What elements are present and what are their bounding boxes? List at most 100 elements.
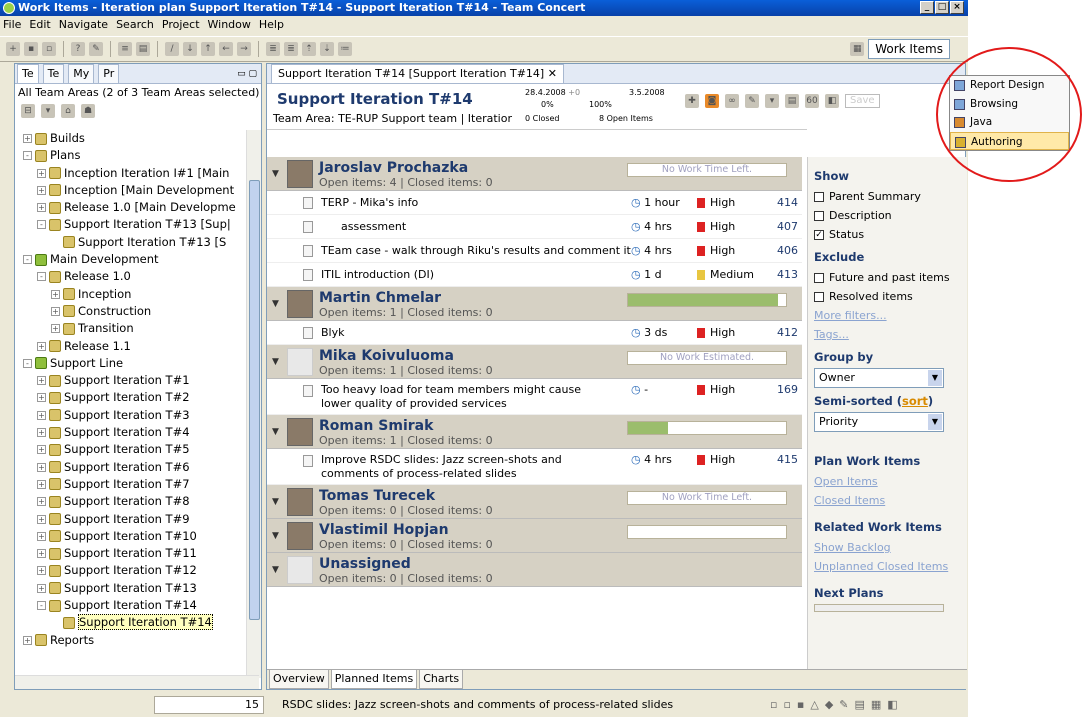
expand-icon[interactable]: - <box>23 255 32 265</box>
expand-icon[interactable]: + <box>23 134 32 143</box>
print-icon[interactable]: ▫ <box>42 42 56 56</box>
closed-items-link[interactable]: Closed Items <box>814 491 961 510</box>
maximize-button[interactable]: □ <box>935 1 949 14</box>
filter-checkbox[interactable]: Future and past items <box>814 268 961 287</box>
work-item-summary[interactable]: TEam case - walk through Riku's results … <box>321 239 631 263</box>
tree-item[interactable]: + Support Iteration T#8 <box>15 493 259 510</box>
work-item-id[interactable]: 407 <box>777 215 798 239</box>
work-item-row[interactable]: assessment ◷ 4 hrs High 407 <box>267 215 802 239</box>
tab-projects[interactable]: Pr <box>98 64 120 83</box>
tree-hscrollbar[interactable] <box>15 675 259 689</box>
expand-icon[interactable]: + <box>37 549 46 559</box>
tab-my-work[interactable]: My <box>68 64 95 83</box>
report-icon[interactable]: ▤ <box>136 42 150 56</box>
expand-icon[interactable]: - <box>37 272 46 282</box>
tree-item[interactable]: + Support Iteration T#7 <box>15 476 259 493</box>
menu-navigate[interactable]: Navigate <box>59 16 108 34</box>
expand-icon[interactable]: - <box>23 151 32 161</box>
expand-icon[interactable]: - <box>37 220 46 230</box>
view-icon[interactable]: 60 <box>805 94 819 108</box>
tree-item[interactable]: - Main Development <box>15 251 259 268</box>
tree-item[interactable]: + Support Iteration T#13 <box>15 580 259 597</box>
tree-item[interactable]: + Reports <box>15 632 259 649</box>
sort-select[interactable]: Priority ▼ <box>814 412 944 432</box>
filter-checkbox[interactable]: ✓ Status <box>814 225 961 244</box>
menu-help[interactable]: Help <box>259 16 284 34</box>
tree-item[interactable]: Support Iteration T#14 <box>15 614 259 631</box>
tree-item[interactable]: + Support Iteration T#3 <box>15 407 259 424</box>
group-by-select[interactable]: Owner ▼ <box>814 368 944 388</box>
filter-checkbox[interactable]: Resolved items <box>814 287 961 306</box>
work-item-id[interactable]: 169 <box>777 383 798 397</box>
new-icon[interactable]: + <box>6 42 20 56</box>
expand-icon[interactable]: + <box>37 514 46 524</box>
tree-item[interactable]: Support Iteration T#13 [S <box>15 234 259 251</box>
expand-icon[interactable]: + <box>37 479 46 489</box>
more-filters-link[interactable]: More filters... <box>814 306 961 325</box>
close-button[interactable]: × <box>950 1 964 14</box>
add-item-icon[interactable]: ✚ <box>685 94 699 108</box>
expand-icon[interactable]: + <box>51 306 60 316</box>
collapse-icon[interactable]: ▼ <box>272 169 279 179</box>
filter-checkbox[interactable]: Parent Summary <box>814 187 961 206</box>
expand-icon[interactable]: - <box>37 601 46 611</box>
expand-icon[interactable]: + <box>51 289 60 299</box>
next-annotation-icon[interactable]: ↓ <box>183 42 197 56</box>
tree-item[interactable]: + Support Iteration T#6 <box>15 459 259 476</box>
tree-item[interactable]: - Support Iteration T#14 <box>15 597 259 614</box>
collapse-icon[interactable]: ▼ <box>272 497 279 507</box>
tree-item[interactable]: - Plans <box>15 147 259 164</box>
collapse-icon[interactable]: ▼ <box>272 427 279 437</box>
tree-item[interactable]: + Builds <box>15 130 259 147</box>
expand-icon[interactable]: + <box>37 497 46 507</box>
team-icon[interactable]: ☗ <box>81 104 95 118</box>
tree-item[interactable]: + Support Iteration T#4 <box>15 424 259 441</box>
collapse-icon[interactable]: ⊟ <box>21 104 35 118</box>
expand-icon[interactable]: + <box>37 393 46 403</box>
tree-item[interactable]: + Release 1.0 [Main Developme <box>15 199 259 216</box>
collapse-icon[interactable]: ▼ <box>272 357 279 367</box>
tab-team-artifacts[interactable]: Te <box>17 64 39 83</box>
minimize-maximize-icon[interactable]: ▭ ▢ <box>237 69 261 79</box>
work-item-id[interactable]: 414 <box>777 191 798 215</box>
work-item-row[interactable]: Blyk ◷ 3 ds High 412 <box>267 321 802 345</box>
expand-icon[interactable]: + <box>37 566 46 576</box>
status-icons[interactable]: ▫▫▪△◆✎▤▦◧ <box>770 698 904 711</box>
work-item-id[interactable]: 415 <box>777 453 798 467</box>
pen-icon[interactable]: / <box>165 42 179 56</box>
expand-icon[interactable]: + <box>23 635 32 645</box>
tree-item[interactable]: - Release 1.0 <box>15 268 259 285</box>
tree-item[interactable]: + Support Iteration T#1 <box>15 372 259 389</box>
expand-icon[interactable]: + <box>37 531 46 541</box>
tree-item[interactable]: + Inception [Main Development <box>15 182 259 199</box>
align-icon[interactable]: ≣ <box>266 42 280 56</box>
expand-icon[interactable]: + <box>37 341 46 351</box>
feed-icon[interactable]: ◙ <box>705 94 719 108</box>
sort-up-icon[interactable]: ⇡ <box>302 42 316 56</box>
prev-annotation-icon[interactable]: ↑ <box>201 42 215 56</box>
tree-item[interactable]: + Release 1.1 <box>15 338 259 355</box>
tree-scrollbar[interactable] <box>246 130 261 678</box>
menu-edit[interactable]: Edit <box>29 16 50 34</box>
expand-icon[interactable]: + <box>51 324 60 334</box>
open-perspective-icon[interactable]: ▦ <box>850 42 865 56</box>
expand-icon[interactable]: + <box>37 185 46 195</box>
work-item-row[interactable]: ITIL introduction (DI) ◷ 1 d Medium 413 <box>267 263 802 287</box>
tree-item[interactable]: + Support Iteration T#12 <box>15 562 259 579</box>
work-item-summary[interactable]: Too heavy load for team members might ca… <box>321 383 611 411</box>
work-items-perspective[interactable]: Work Items <box>868 39 950 59</box>
tree-item[interactable]: + Support Iteration T#9 <box>15 511 259 528</box>
sort-down-icon[interactable]: ⇣ <box>320 42 334 56</box>
open-items-link[interactable]: Open Items <box>814 472 961 491</box>
work-item-id[interactable]: 406 <box>777 239 798 263</box>
tools-icon[interactable]: ✎ <box>89 42 103 56</box>
help-icon[interactable]: ? <box>71 42 85 56</box>
new-item-icon[interactable]: ▾ <box>765 94 779 108</box>
owner-group[interactable]: ▼ Vlastimil Hopjan Open items: 0 | Closed … <box>267 519 802 553</box>
scroll-thumb[interactable] <box>249 180 260 620</box>
tree-item[interactable]: - Support Line <box>15 355 259 372</box>
sort-link[interactable]: sort <box>902 394 928 408</box>
tree-item[interactable]: + Inception Iteration I#1 [Main <box>15 165 259 182</box>
expand-icon[interactable]: + <box>37 462 46 472</box>
tree-item[interactable]: + Construction <box>15 303 259 320</box>
